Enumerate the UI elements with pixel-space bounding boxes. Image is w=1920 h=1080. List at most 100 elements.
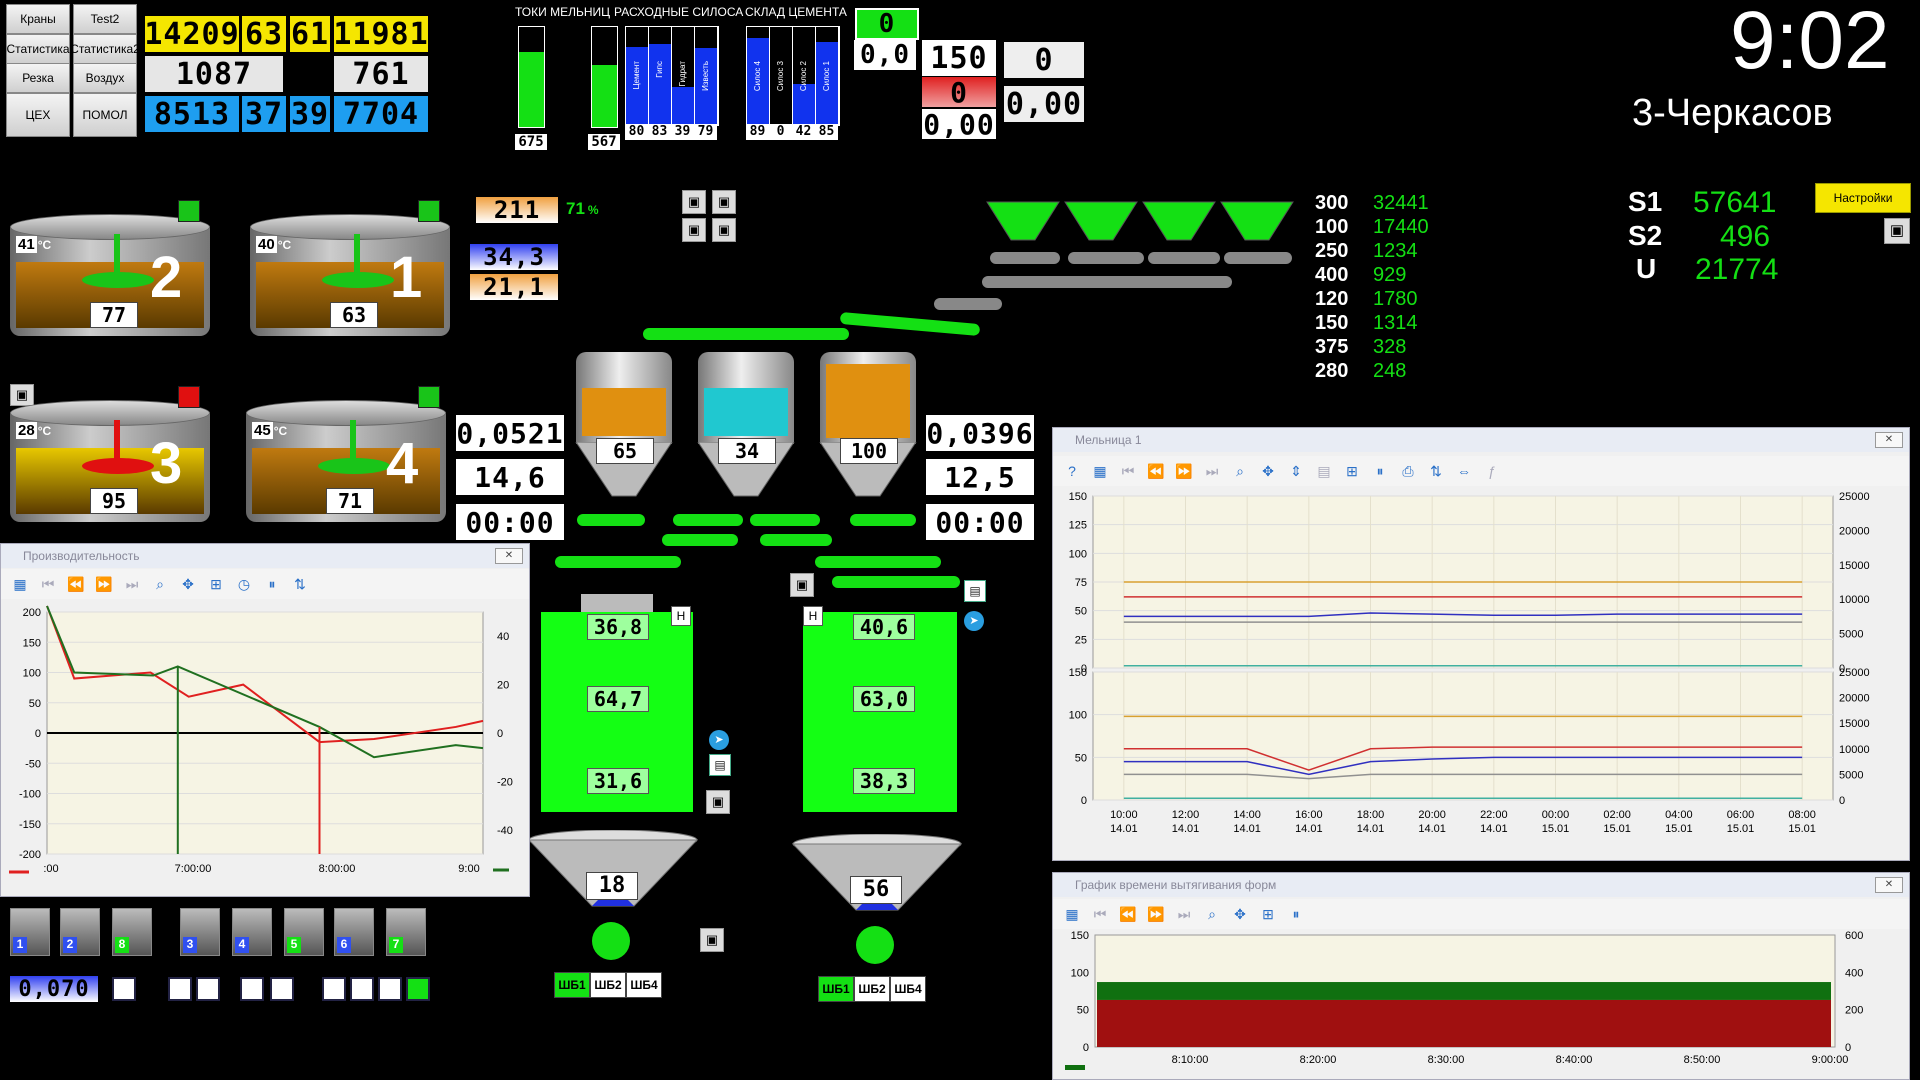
mixer-2[interactable]: H 40,6 63,0 38,3 bbox=[803, 594, 959, 814]
grid-icon[interactable]: ▤ bbox=[1313, 463, 1335, 480]
silo-hopper[interactable]: 100 bbox=[818, 352, 918, 502]
temperature-unit: °C bbox=[273, 424, 288, 438]
machine-icon[interactable]: 2 bbox=[60, 908, 100, 956]
machine-icon[interactable]: 7 bbox=[386, 908, 426, 956]
first-icon[interactable]: ⏮ bbox=[1117, 463, 1139, 480]
silo-hopper[interactable]: 65 bbox=[574, 352, 674, 502]
camera-icon[interactable]: ▣ bbox=[712, 218, 736, 242]
machine-icon[interactable]: 6 bbox=[334, 908, 374, 956]
rewind-icon[interactable]: ⏪ bbox=[1117, 906, 1139, 923]
conveyor bbox=[662, 534, 738, 546]
sync-icon[interactable]: ⇅ bbox=[1425, 463, 1447, 480]
clock-icon[interactable]: ◷ bbox=[233, 576, 255, 593]
rewind-icon[interactable]: ⏪ bbox=[65, 576, 87, 593]
tank-1[interactable]: 40 °C 63 1 bbox=[250, 200, 450, 344]
machine-icon[interactable]: 5 bbox=[284, 908, 324, 956]
display-icon[interactable]: ▤ bbox=[709, 754, 731, 776]
print-icon[interactable]: ⎙ bbox=[1397, 463, 1419, 480]
close-icon[interactable]: ✕ bbox=[1875, 877, 1903, 893]
machine-icon[interactable]: 8 bbox=[112, 908, 152, 956]
camera-icon[interactable]: ▣ bbox=[712, 190, 736, 214]
mill-current-value-1: 675 bbox=[515, 134, 547, 150]
performance-chart[interactable]: 200150100500-50-100-150-20040200-20-40:0… bbox=[1, 602, 527, 894]
funnel-button[interactable]: ШБ1 bbox=[818, 976, 854, 1002]
nav-cranes-button[interactable]: Краны bbox=[6, 4, 70, 34]
tank-4[interactable]: 45 °C 71 4 bbox=[246, 386, 446, 530]
machine-icon[interactable]: 4 bbox=[232, 908, 272, 956]
camera-icon[interactable]: ▣ bbox=[706, 790, 730, 814]
mixer-1[interactable]: H 36,8 64,7 31,6 bbox=[541, 594, 697, 814]
nav-cutting-button[interactable]: Резка bbox=[6, 63, 70, 93]
x-tick-label: 9:00 bbox=[458, 863, 479, 875]
camera-icon[interactable]: ▣ bbox=[682, 190, 706, 214]
fit-icon[interactable]: ⊞ bbox=[1257, 906, 1279, 923]
settings-icon[interactable]: ▦ bbox=[9, 576, 31, 593]
nav-statistics2-button[interactable]: Статистика2 bbox=[70, 34, 140, 64]
funnel-button[interactable]: ШБ4 bbox=[890, 976, 926, 1002]
settings-button[interactable]: Настройки bbox=[1815, 183, 1911, 213]
fit-icon[interactable]: ⊞ bbox=[1341, 463, 1363, 480]
sync-icon[interactable]: ⇅ bbox=[289, 576, 311, 593]
funnel-button[interactable]: ШБ4 bbox=[626, 972, 662, 998]
zoom-icon[interactable]: ⌕ bbox=[1201, 906, 1223, 923]
camera-icon[interactable]: ▣ bbox=[790, 573, 814, 597]
last-icon[interactable]: ⏭ bbox=[121, 576, 143, 593]
tank-3[interactable]: 28 °C 95 3 bbox=[10, 386, 210, 530]
funnel-1[interactable]: 18 ШБ1 ШБ2 ШБ4 bbox=[528, 830, 698, 1000]
form-time-window[interactable]: График времени вытягивания форм ✕ ▦ ⏮ ⏪ … bbox=[1052, 872, 1910, 1080]
camera-icon[interactable]: ▣ bbox=[682, 218, 706, 242]
mill-window[interactable]: Мельница 1 ✕ ? ▦ ⏮ ⏪ ⏩ ⏭ ⌕ ✥ ⇕ ▤ ⊞ ⏸ ⎙ ⇅… bbox=[1052, 427, 1910, 861]
forward-icon[interactable]: ⏩ bbox=[1145, 906, 1167, 923]
y-tick-label: -100 bbox=[19, 789, 41, 801]
performance-window[interactable]: Производительность ✕ ▦ ⏮ ⏪ ⏩ ⏭ ⌕ ✥ ⊞ ◷ ⏸… bbox=[0, 543, 530, 897]
form-time-chart[interactable]: 150 100 50 0 600 400 200 0 8:10:00 8:20:00 8:30:00… bbox=[1053, 931, 1907, 1077]
x-tick-label: 22:00 bbox=[1480, 809, 1508, 821]
y2-tick-label: 5000 bbox=[1839, 629, 1863, 641]
pause-icon[interactable]: ⏸ bbox=[1369, 463, 1391, 480]
last-icon[interactable]: ⏭ bbox=[1201, 463, 1223, 480]
range-icon[interactable]: ⇔ bbox=[1453, 463, 1475, 479]
funnel-button[interactable]: ШБ2 bbox=[854, 976, 890, 1002]
funnel-button[interactable]: ШБ2 bbox=[590, 972, 626, 998]
mill-chart[interactable]: 1501251007550250250002000015000100005000… bbox=[1053, 490, 1907, 858]
pan-icon[interactable]: ✥ bbox=[177, 576, 199, 593]
function-icon[interactable]: ƒ bbox=[1481, 463, 1503, 479]
camera-icon[interactable]: ▣ bbox=[1884, 218, 1910, 244]
nav-test2-button[interactable]: Test2 bbox=[73, 4, 137, 34]
rewind-icon[interactable]: ⏪ bbox=[1145, 463, 1167, 480]
nav-grinding-button[interactable]: ПОМОЛ bbox=[73, 93, 137, 137]
funnel-2[interactable]: 56 ШБ1 ШБ2 ШБ4 bbox=[792, 834, 962, 1004]
first-icon[interactable]: ⏮ bbox=[1089, 906, 1111, 923]
display-icon[interactable]: ▤ bbox=[964, 580, 986, 602]
x-tick-label: 10:00 bbox=[1110, 809, 1138, 821]
nav-statistics-button[interactable]: Статистика bbox=[6, 34, 70, 64]
scale-icon[interactable]: ⇕ bbox=[1285, 463, 1307, 480]
pause-icon[interactable]: ⏸ bbox=[1285, 906, 1307, 923]
zoom-icon[interactable]: ⌕ bbox=[1229, 463, 1251, 480]
settings-icon[interactable]: ▦ bbox=[1061, 906, 1083, 923]
tank-2[interactable]: 41 °C 77 2 bbox=[10, 200, 210, 344]
conveyor bbox=[1148, 252, 1220, 264]
machine-icon[interactable]: 3 bbox=[180, 908, 220, 956]
close-icon[interactable]: ✕ bbox=[495, 548, 523, 564]
telegram-icon[interactable]: ➤ bbox=[709, 730, 729, 750]
camera-icon[interactable]: ▣ bbox=[700, 928, 724, 952]
forward-icon[interactable]: ⏩ bbox=[93, 576, 115, 593]
help-icon[interactable]: ? bbox=[1061, 463, 1083, 479]
forward-icon[interactable]: ⏩ bbox=[1173, 463, 1195, 480]
nav-workshop-button[interactable]: ЦЕХ bbox=[6, 93, 70, 137]
pan-icon[interactable]: ✥ bbox=[1229, 906, 1251, 923]
pan-icon[interactable]: ✥ bbox=[1257, 463, 1279, 480]
pause-icon[interactable]: ⏸ bbox=[261, 576, 283, 593]
silo-hopper[interactable]: 34 bbox=[696, 352, 796, 502]
first-icon[interactable]: ⏮ bbox=[37, 576, 59, 593]
close-icon[interactable]: ✕ bbox=[1875, 432, 1903, 448]
settings-icon[interactable]: ▦ bbox=[1089, 463, 1111, 480]
last-icon[interactable]: ⏭ bbox=[1173, 906, 1195, 923]
fit-icon[interactable]: ⊞ bbox=[205, 576, 227, 593]
telegram-icon[interactable]: ➤ bbox=[964, 611, 984, 631]
nav-air-button[interactable]: Воздух bbox=[73, 63, 137, 93]
funnel-button[interactable]: ШБ1 bbox=[554, 972, 590, 998]
zoom-icon[interactable]: ⌕ bbox=[149, 576, 171, 593]
machine-icon[interactable]: 1 bbox=[10, 908, 50, 956]
